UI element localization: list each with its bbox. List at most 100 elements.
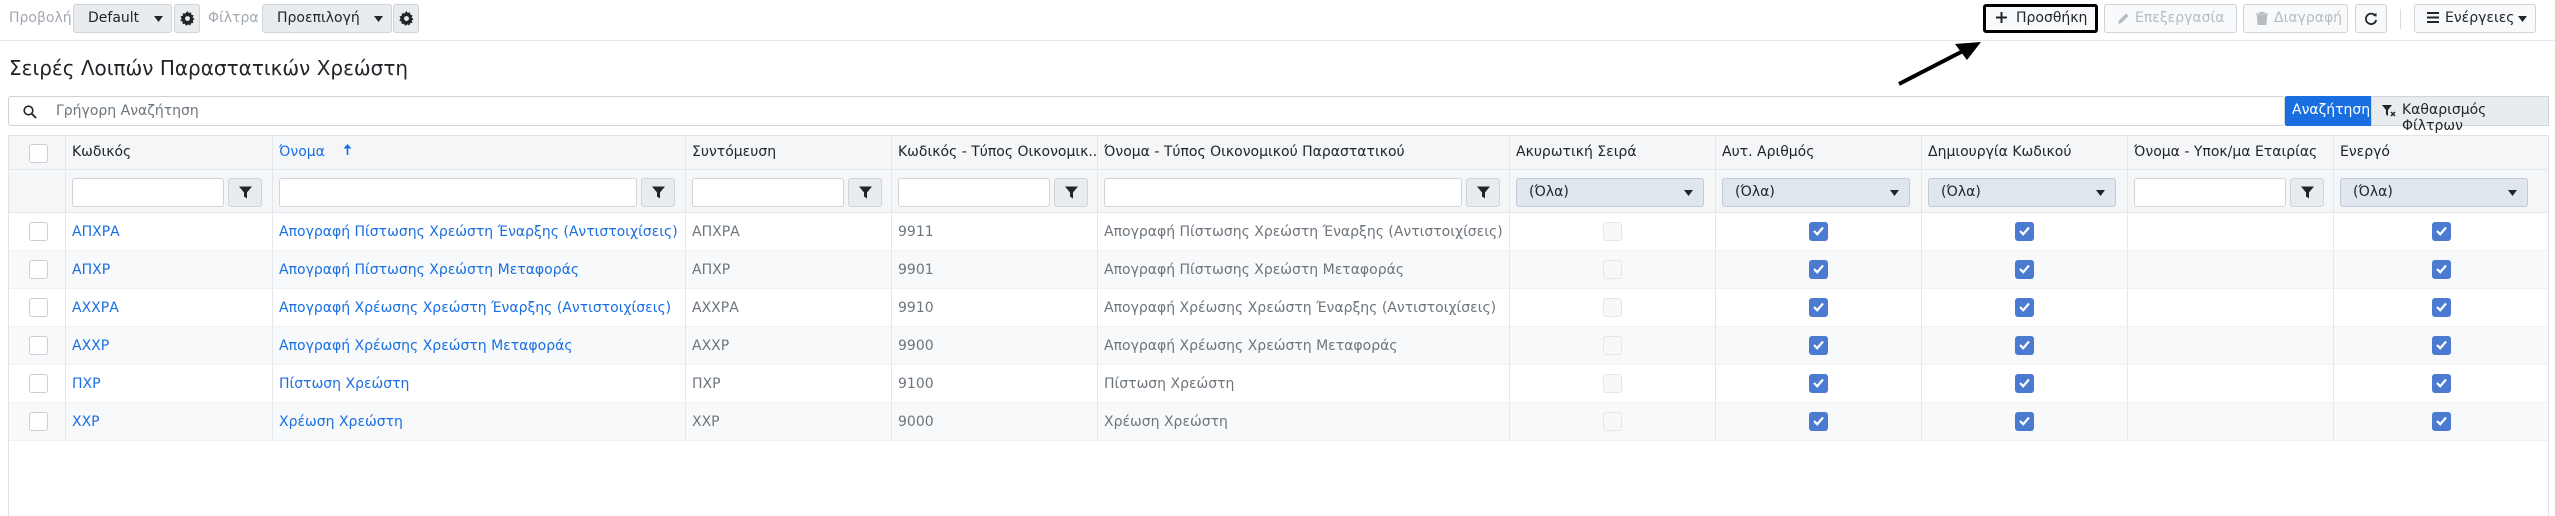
pencil-icon: [2118, 13, 2129, 24]
cell-auto-number: [1715, 289, 1921, 326]
view-select[interactable]: Default: [73, 4, 172, 33]
row-select-checkbox[interactable]: [29, 336, 48, 355]
col-short[interactable]: Συντόμευση: [685, 136, 891, 169]
col-auto-number[interactable]: Αυτ. Αριθμός: [1715, 136, 1921, 169]
col-type-code[interactable]: Κωδικός - Τύπος Οικονομικ...: [891, 136, 1097, 169]
chevron-down-icon: [1890, 190, 1899, 196]
filter-code-input[interactable]: [72, 178, 224, 207]
filter-cancel-series-select[interactable]: (Όλα): [1516, 178, 1704, 207]
filter-settings-button[interactable]: [393, 4, 419, 33]
col-create-code[interactable]: Δημιουργία Κωδικού: [1921, 136, 2127, 169]
table-row[interactable]: ΧΧΡ Χρέωση Χρεώστη ΧΧΡ 9000 Χρέωση Χρεώστη: [9, 403, 2548, 441]
filter-select-value: (Όλα): [1735, 184, 1775, 200]
filter-short-input[interactable]: [692, 178, 844, 207]
check-icon: [2019, 416, 2030, 426]
cell-auto-number-checkbox: [1809, 260, 1828, 279]
cell-code-value[interactable]: ΑΠΧΡΑ: [72, 224, 120, 240]
row-select-checkbox[interactable]: [29, 298, 48, 317]
col-name[interactable]: Όνομα: [272, 136, 685, 169]
cell-code-value[interactable]: ΠΧΡ: [72, 376, 101, 392]
table-row[interactable]: ΑΠΧΡΑ Απογραφή Πίστωσης Χρεώστη Έναρξης (…: [9, 213, 2548, 251]
search-input[interactable]: [54, 101, 2254, 121]
cell-name-value[interactable]: Απογραφή Χρέωσης Χρεώστη Μεταφοράς: [279, 338, 573, 354]
table-row[interactable]: ΑΧΧΡ Απογραφή Χρέωσης Χρεώστη Μεταφοράς ΑΧ…: [9, 327, 2548, 365]
filter-cell-type-code: [891, 170, 1097, 212]
cell-type-name: Χρέωση Χρεώστη: [1097, 403, 1509, 440]
cell-type-name: Απογραφή Πίστωσης Χρεώστη Μεταφοράς: [1097, 251, 1509, 288]
cell-name-value[interactable]: Πίστωση Χρεώστη: [279, 376, 409, 392]
check-icon: [2019, 302, 2030, 312]
table-row[interactable]: ΠΧΡ Πίστωση Χρεώστη ΠΧΡ 9100 Πίστωση Χρεώστη: [9, 365, 2548, 403]
refresh-button[interactable]: [2355, 4, 2387, 33]
filter-create-code-select[interactable]: (Όλα): [1928, 178, 2116, 207]
filter-type-name-input[interactable]: [1104, 178, 1462, 207]
chevron-down-icon: [2508, 190, 2517, 196]
filter-short-button[interactable]: [848, 178, 882, 207]
row-select-checkbox[interactable]: [29, 374, 48, 393]
filter-type-code-input[interactable]: [898, 178, 1050, 207]
check-icon: [1813, 378, 1824, 388]
clear-filters-button[interactable]: Καθαρισμός Φίλτρων: [2371, 96, 2549, 134]
add-button[interactable]: Προσθήκη: [1983, 4, 2098, 33]
cell-type-name: Απογραφή Χρέωσης Χρεώστη Έναρξης (Αντιστ…: [1097, 289, 1509, 326]
filter-code-button[interactable]: [228, 178, 262, 207]
cell-active: [2333, 365, 2548, 402]
cell-short: ΧΧΡ: [685, 403, 891, 440]
cell-type-code: 9911: [891, 213, 1097, 250]
cell-name: Απογραφή Πίστωσης Χρεώστη Έναρξης (Αντισ…: [272, 213, 685, 250]
cell-code-value[interactable]: ΑΠΧΡ: [72, 262, 110, 278]
cell-auto-number-checkbox: [1809, 336, 1828, 355]
select-all-checkbox[interactable]: [29, 144, 48, 163]
cell-name-value[interactable]: Απογραφή Πίστωσης Χρεώστη Μεταφοράς: [279, 262, 579, 278]
check-icon: [2436, 302, 2447, 312]
col-active[interactable]: Ενεργό: [2333, 136, 2548, 169]
cell-name-value[interactable]: Απογραφή Πίστωσης Χρεώστη Έναρξης (Αντισ…: [279, 224, 678, 240]
table-row[interactable]: ΑΧΧΡΑ Απογραφή Χρέωσης Χρεώστη Έναρξης (Α…: [9, 289, 2548, 327]
col-type-name[interactable]: Όνομα - Τύπος Οικονομικού Παραστατικού: [1097, 136, 1509, 169]
filter-cell-short: [685, 170, 891, 212]
row-select-checkbox[interactable]: [29, 412, 48, 431]
row-select-cell: [9, 403, 65, 440]
cell-name-value[interactable]: Απογραφή Χρέωσης Χρεώστη Έναρξης (Αντιστ…: [279, 300, 671, 316]
cell-subsidiary: [2127, 213, 2333, 250]
cell-name-value[interactable]: Χρέωση Χρεώστη: [279, 414, 403, 430]
cell-cancel-series-checkbox: [1603, 298, 1622, 317]
delete-button[interactable]: Διαγραφή: [2243, 4, 2348, 33]
search-button[interactable]: Αναζήτηση: [2285, 96, 2371, 126]
search-icon: [23, 105, 37, 119]
cell-code: ΑΠΧΡ: [65, 251, 272, 288]
filter-auto-number-select[interactable]: (Όλα): [1722, 178, 1910, 207]
cell-create-code-checkbox: [2015, 260, 2034, 279]
cell-cancel-series-checkbox: [1603, 260, 1622, 279]
table-row[interactable]: ΑΠΧΡ Απογραφή Πίστωσης Χρεώστη Μεταφοράς Α…: [9, 251, 2548, 289]
cell-active-checkbox: [2432, 298, 2451, 317]
view-settings-button[interactable]: [174, 4, 200, 33]
col-subsidiary[interactable]: Όνομα - Υποκ/μα Εταιρίας: [2127, 136, 2333, 169]
filter-type-code-button[interactable]: [1054, 178, 1088, 207]
filter-subsidiary-input[interactable]: [2134, 178, 2286, 207]
cell-code-value[interactable]: ΑΧΧΡ: [72, 338, 109, 354]
filter-name-input[interactable]: [279, 178, 637, 207]
col-code[interactable]: Κωδικός: [65, 136, 272, 169]
cell-short: ΑΧΧΡΑ: [685, 289, 891, 326]
filter-select[interactable]: Προεπιλογή: [262, 4, 392, 33]
edit-button[interactable]: Επεξεργασία: [2104, 4, 2237, 33]
cell-cancel-series-checkbox: [1603, 336, 1622, 355]
check-icon: [2019, 226, 2030, 236]
filter-name-button[interactable]: [641, 178, 675, 207]
cell-create-code-checkbox: [2015, 336, 2034, 355]
filter-select-value: (Όλα): [2353, 184, 2393, 200]
filter-type-name-button[interactable]: [1466, 178, 1500, 207]
row-select-checkbox[interactable]: [29, 260, 48, 279]
cell-type-name: Πίστωση Χρεώστη: [1097, 365, 1509, 402]
filter-subsidiary-button[interactable]: [2290, 178, 2324, 207]
cell-code-value[interactable]: ΧΧΡ: [72, 414, 100, 430]
cell-type-code: 9901: [891, 251, 1097, 288]
filter-active-select[interactable]: (Όλα): [2340, 178, 2528, 207]
cell-subsidiary: [2127, 327, 2333, 364]
cell-create-code: [1921, 403, 2127, 440]
row-select-checkbox[interactable]: [29, 222, 48, 241]
col-cancel-series[interactable]: Ακυρωτική Σειρά: [1509, 136, 1715, 169]
actions-menu-button[interactable]: Ενέργειες: [2414, 4, 2536, 33]
cell-code-value[interactable]: ΑΧΧΡΑ: [72, 300, 119, 316]
